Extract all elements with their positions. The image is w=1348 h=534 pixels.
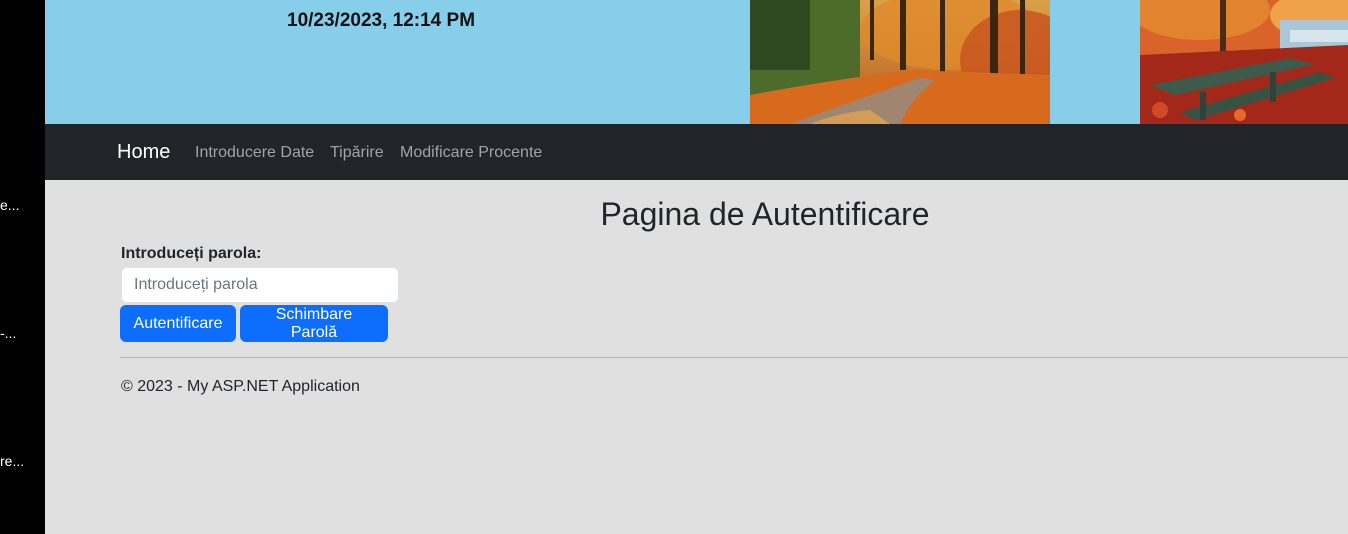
footer-copyright: © 2023 - My ASP.NET Application — [121, 378, 360, 395]
login-button[interactable]: Autentificare — [120, 305, 236, 342]
site-header: 10/23/2023, 12:14 PM — [45, 0, 1348, 124]
truncated-item-2[interactable]: -... — [0, 325, 16, 341]
current-datetime: 10/23/2023, 12:14 PM — [287, 10, 476, 31]
password-label: Introduceți parola: — [121, 245, 262, 262]
autumn-forest-path-image — [750, 0, 1050, 124]
password-input[interactable] — [121, 267, 399, 303]
footer-divider — [120, 357, 1348, 358]
left-side-panel: e... -... re... — [0, 0, 45, 534]
autumn-park-bench-image — [1140, 0, 1348, 124]
nav-link-tiparire[interactable]: Tipărire — [330, 144, 384, 162]
main-navbar: Home Introducere Date Tipărire Modificar… — [45, 124, 1348, 180]
change-password-button[interactable]: Schimbare Parolă — [240, 305, 388, 342]
nav-link-modificare-procente[interactable]: Modificare Procente — [400, 144, 542, 162]
truncated-item-3[interactable]: re... — [0, 453, 24, 469]
truncated-item-1[interactable]: e... — [0, 197, 19, 213]
page-title: Pagina de Autentificare — [600, 196, 930, 232]
nav-link-introducere-date[interactable]: Introducere Date — [195, 144, 314, 162]
nav-home-link[interactable]: Home — [117, 141, 170, 164]
